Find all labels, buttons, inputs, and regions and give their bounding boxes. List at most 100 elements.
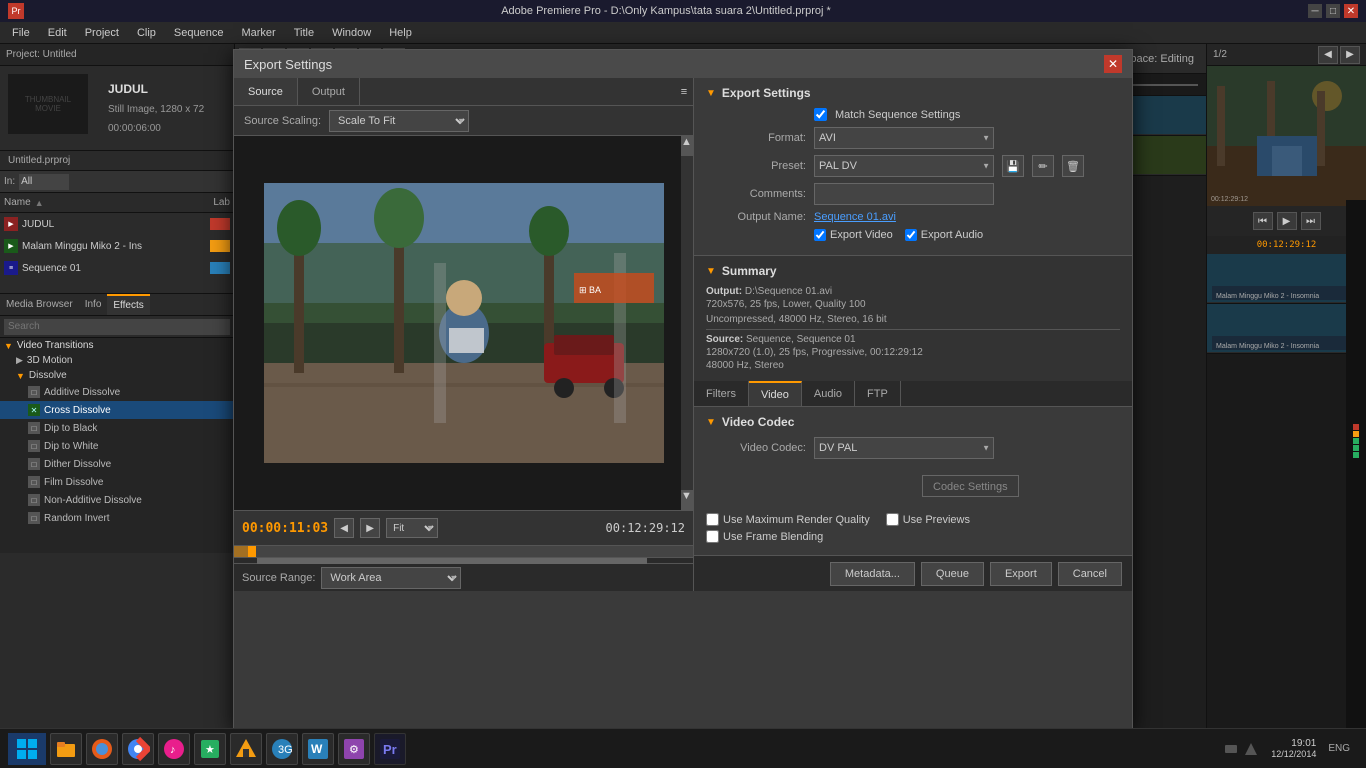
- clock-time: 19:01: [1271, 738, 1316, 749]
- export-settings-header[interactable]: ▼ Export Settings: [706, 86, 1120, 100]
- right-btn-next[interactable]: ▶: [1340, 46, 1360, 64]
- export-video-checkbox[interactable]: [814, 229, 826, 241]
- list-item[interactable]: ≡ Sequence 01: [0, 257, 234, 279]
- metadata-button[interactable]: Metadata...: [830, 562, 915, 586]
- cancel-button[interactable]: Cancel: [1058, 562, 1122, 586]
- dialog-tab-source[interactable]: Source: [234, 78, 298, 105]
- codec-tab-ftp[interactable]: FTP: [855, 381, 901, 406]
- dialog-tab-output[interactable]: Output: [298, 78, 360, 105]
- taskbar-icon-firefox[interactable]: [86, 733, 118, 765]
- effects-folder-video-transitions[interactable]: ▼ Video Transitions: [0, 338, 234, 353]
- codec-settings-button[interactable]: Codec Settings: [922, 475, 1019, 497]
- comments-input[interactable]: [814, 183, 994, 205]
- taskbar-icon-folder[interactable]: [50, 733, 82, 765]
- preset-delete-btn[interactable]: 🗑: [1062, 155, 1084, 177]
- menu-file[interactable]: File: [4, 25, 38, 41]
- minimize-button[interactable]: ─: [1308, 4, 1322, 18]
- menu-title[interactable]: Title: [286, 25, 322, 41]
- effects-subfolder-3d-motion[interactable]: ▶ 3D Motion: [0, 353, 234, 368]
- export-audio-checkbox[interactable]: [905, 229, 917, 241]
- effects-item-dip-white[interactable]: □ Dip to White: [0, 437, 234, 455]
- firefox-icon: [90, 737, 114, 761]
- zoom-select[interactable]: Fit 25% 50% 100%: [386, 518, 438, 538]
- effects-item-non-additive[interactable]: □ Non-Additive Dissolve: [0, 491, 234, 509]
- effects-item-additive-dissolve[interactable]: □ Additive Dissolve: [0, 383, 234, 401]
- svg-text:3G: 3G: [278, 744, 293, 756]
- effects-item-film[interactable]: □ Film Dissolve: [0, 473, 234, 491]
- play-fwd-btn[interactable]: ▶: [360, 518, 380, 538]
- effects-item-dip-black[interactable]: □ Dip to Black: [0, 419, 234, 437]
- svg-text:W: W: [311, 742, 323, 756]
- preset-edit-btn[interactable]: ✏: [1032, 155, 1054, 177]
- max-render-checkbox[interactable]: [706, 513, 719, 526]
- taskbar-icon-premiere[interactable]: Pr: [374, 733, 406, 765]
- queue-button[interactable]: Queue: [921, 562, 984, 586]
- right-ctrl-fwd[interactable]: ⏭: [1301, 212, 1321, 230]
- effects-item-dither[interactable]: □ Dither Dissolve: [0, 455, 234, 473]
- preview-scroll-down[interactable]: ▼: [681, 490, 693, 510]
- title-bar: Pr Adobe Premiere Pro - D:\Only Kampus\t…: [0, 0, 1366, 22]
- close-button[interactable]: ✕: [1344, 4, 1358, 18]
- menu-marker[interactable]: Marker: [233, 25, 283, 41]
- list-item[interactable]: ▶ JUDUL: [0, 213, 234, 235]
- menu-project[interactable]: Project: [77, 25, 127, 41]
- taskbar-icon-files[interactable]: ★: [194, 733, 226, 765]
- match-sequence-checkbox[interactable]: [814, 108, 827, 121]
- menu-sequence[interactable]: Sequence: [166, 25, 232, 41]
- files-icon: ★: [198, 737, 222, 761]
- taskbar-icon-tool[interactable]: ⚙: [338, 733, 370, 765]
- right-clip-1: Malam Minggu Miko 2 - Insomnia: [1212, 256, 1362, 300]
- svg-text:Malam Minggu Miko 2 - Insomnia: Malam Minggu Miko 2 - Insomnia: [1216, 293, 1319, 300]
- effects-subfolder-dissolve[interactable]: ▼ Dissolve: [0, 368, 234, 383]
- taskbar-icon-network[interactable]: 3G: [266, 733, 298, 765]
- taskbar-icon-word[interactable]: W: [302, 733, 334, 765]
- use-previews-checkbox[interactable]: [886, 513, 899, 526]
- right-ctrl-rew[interactable]: ⏮: [1253, 212, 1273, 230]
- right-preview-svg: 00:12:29:12: [1207, 66, 1366, 206]
- list-item[interactable]: ▶ Malam Minggu Miko 2 - Ins: [0, 235, 234, 257]
- dialog-menu-btn[interactable]: ≡: [675, 78, 693, 106]
- source-range-label: Source Range:: [242, 572, 315, 584]
- summary-header[interactable]: ▼ Summary: [706, 264, 1120, 278]
- tab-effects[interactable]: Effects: [107, 294, 149, 315]
- frame-blending-checkbox[interactable]: [706, 530, 719, 543]
- tab-media-browser[interactable]: Media Browser: [0, 294, 79, 315]
- effect-icon-non-additive: □: [28, 494, 40, 506]
- source-scaling-select[interactable]: Scale To Fit: [329, 110, 469, 132]
- effects-item-random-invert[interactable]: □ Random Invert: [0, 509, 234, 527]
- tab-info[interactable]: Info: [79, 294, 108, 315]
- menu-clip[interactable]: Clip: [129, 25, 164, 41]
- word-icon: W: [306, 737, 330, 761]
- codec-tab-video[interactable]: Video: [749, 381, 802, 406]
- source-range-select[interactable]: Work Area Entire Sequence In to Out: [321, 567, 461, 589]
- effects-search-input[interactable]: [4, 319, 230, 335]
- codec-tab-filters[interactable]: Filters: [694, 381, 749, 406]
- output-name-link[interactable]: Sequence 01.avi: [814, 211, 896, 223]
- video-codec-select[interactable]: DV PAL DV NTSC None: [814, 437, 994, 459]
- search-input[interactable]: [19, 174, 69, 190]
- preset-select[interactable]: PAL DV NTSC DV: [814, 155, 994, 177]
- video-codec-header[interactable]: ▼ Video Codec: [706, 415, 1120, 429]
- scrub-bar[interactable]: [234, 545, 693, 563]
- taskbar-icon-itunes[interactable]: ♪: [158, 733, 190, 765]
- dialog-close-button[interactable]: ✕: [1104, 55, 1122, 73]
- right-btn-prev[interactable]: ◀: [1318, 46, 1338, 64]
- dialog-title-text: Export Settings: [244, 57, 332, 72]
- menu-window[interactable]: Window: [324, 25, 379, 41]
- menu-help[interactable]: Help: [381, 25, 420, 41]
- menu-edit[interactable]: Edit: [40, 25, 75, 41]
- taskbar-icon-chrome[interactable]: [122, 733, 154, 765]
- codec-tab-audio[interactable]: Audio: [802, 381, 855, 406]
- taskbar-icon-vlc[interactable]: [230, 733, 262, 765]
- taskbar-start-button[interactable]: [8, 733, 46, 765]
- maximize-button[interactable]: □: [1326, 4, 1340, 18]
- format-select[interactable]: AVI H.264 MPEG2: [814, 127, 994, 149]
- play-back-btn[interactable]: ◀: [334, 518, 354, 538]
- item-label-seq: [210, 262, 230, 274]
- preview-scroll-up[interactable]: ▲: [681, 136, 693, 156]
- effects-item-cross-dissolve[interactable]: ✕ Cross Dissolve: [0, 401, 234, 419]
- export-button[interactable]: Export: [990, 562, 1052, 586]
- preset-save-btn[interactable]: 💾: [1002, 155, 1024, 177]
- effect-icon-additive: □: [28, 386, 40, 398]
- right-ctrl-play[interactable]: ▶: [1277, 212, 1297, 230]
